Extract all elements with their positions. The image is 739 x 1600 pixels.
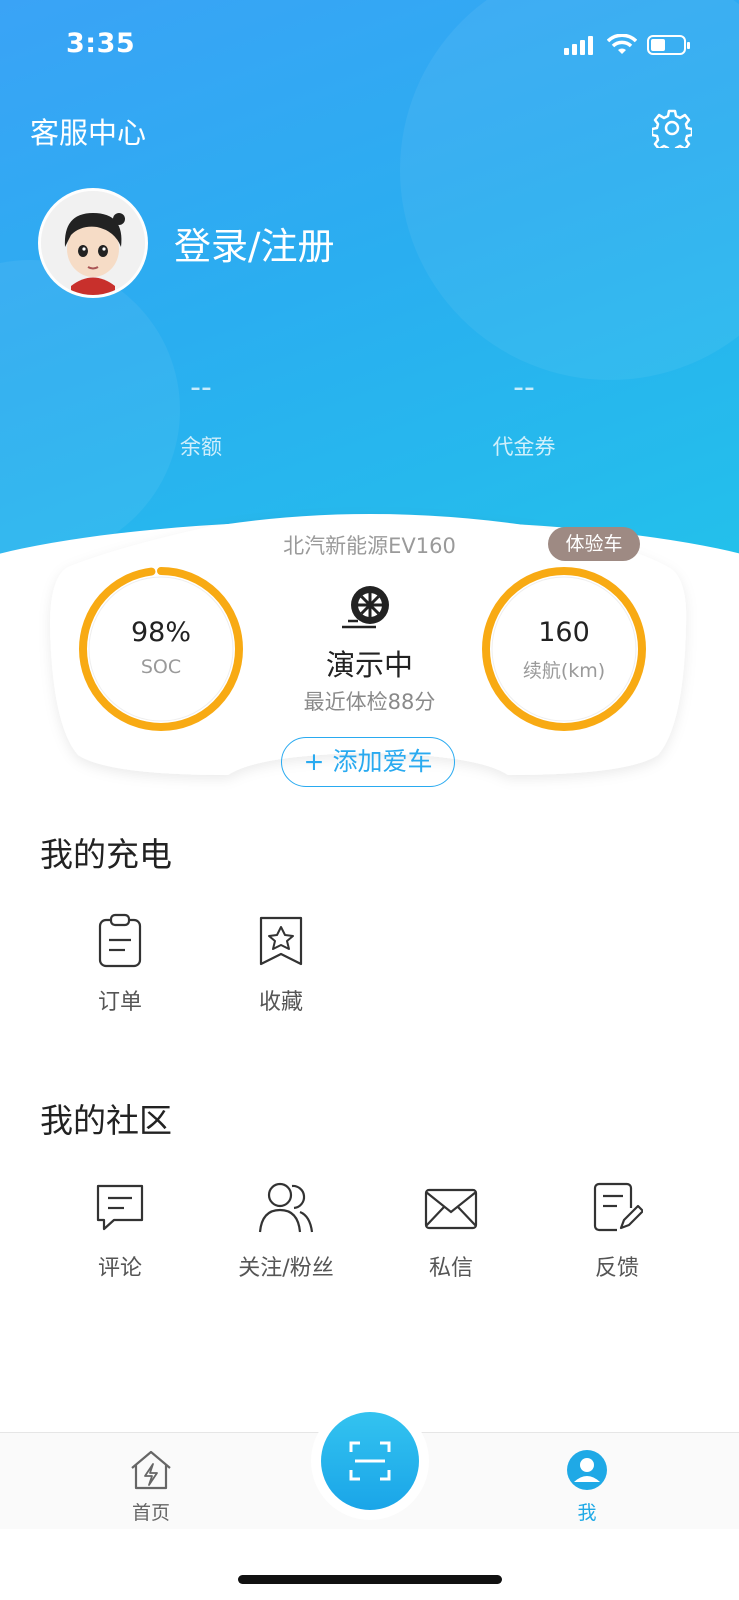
bookmark-star-icon (259, 916, 303, 966)
follow-fans-label: 关注/粉丝 (238, 1256, 334, 1281)
messages-item[interactable]: 私信 (391, 1178, 511, 1282)
favorites-label: 收藏 (258, 990, 303, 1015)
voucher-label[interactable]: 代金券 (424, 431, 624, 461)
home-indicator (238, 1575, 502, 1584)
orders-item[interactable]: 订单 (60, 912, 180, 1016)
wifi-icon (607, 34, 637, 54)
tab-home[interactable]: 首页 (111, 1448, 191, 1525)
status-time: 3:35 (66, 28, 136, 59)
tab-me-label: 我 (577, 1502, 597, 1524)
signal-icon (564, 36, 593, 55)
add-car-button[interactable]: + 添加爱车 (281, 737, 455, 787)
favorites-item[interactable]: 收藏 (221, 912, 341, 1016)
comment-icon (96, 1184, 144, 1231)
comments-item[interactable]: 评论 (60, 1178, 180, 1282)
tab-me[interactable]: 我 (547, 1448, 627, 1525)
comments-label: 评论 (97, 1256, 142, 1281)
battery-icon (647, 35, 690, 55)
balance-label[interactable]: 余额 (101, 431, 301, 461)
tab-home-label: 首页 (131, 1502, 170, 1524)
messages-label: 私信 (428, 1256, 473, 1281)
checkup-score: 最近体检88分 (303, 690, 436, 714)
scan-icon (349, 1441, 391, 1481)
balance-value: -- (190, 370, 212, 405)
status-icons (563, 34, 691, 56)
trial-car-badge: 体验车 (548, 527, 640, 561)
charging-section-title: 我的充电 (40, 835, 172, 874)
login-register-link[interactable]: 登录/注册 (174, 216, 334, 270)
voucher-value: -- (513, 370, 535, 405)
car-status: 演示中 (325, 648, 413, 682)
user-avatar-icon (567, 1450, 607, 1490)
community-section-title: 我的社区 (40, 1101, 172, 1140)
feedback-edit-icon (593, 1182, 643, 1232)
customer-service-link[interactable]: 客服中心 (30, 110, 146, 152)
people-icon (258, 1182, 314, 1233)
feedback-label: 反馈 (594, 1256, 639, 1281)
tire-icon (342, 586, 389, 629)
follow-fans-item[interactable]: 关注/粉丝 (221, 1178, 351, 1282)
feedback-item[interactable]: 反馈 (557, 1178, 677, 1282)
scan-button[interactable] (321, 1412, 419, 1510)
orders-label: 订单 (97, 990, 142, 1015)
avatar[interactable] (38, 188, 148, 298)
mail-icon (424, 1188, 478, 1230)
home-charging-icon (131, 1450, 171, 1490)
clipboard-icon (98, 913, 142, 968)
settings-gear-icon[interactable] (652, 108, 692, 148)
